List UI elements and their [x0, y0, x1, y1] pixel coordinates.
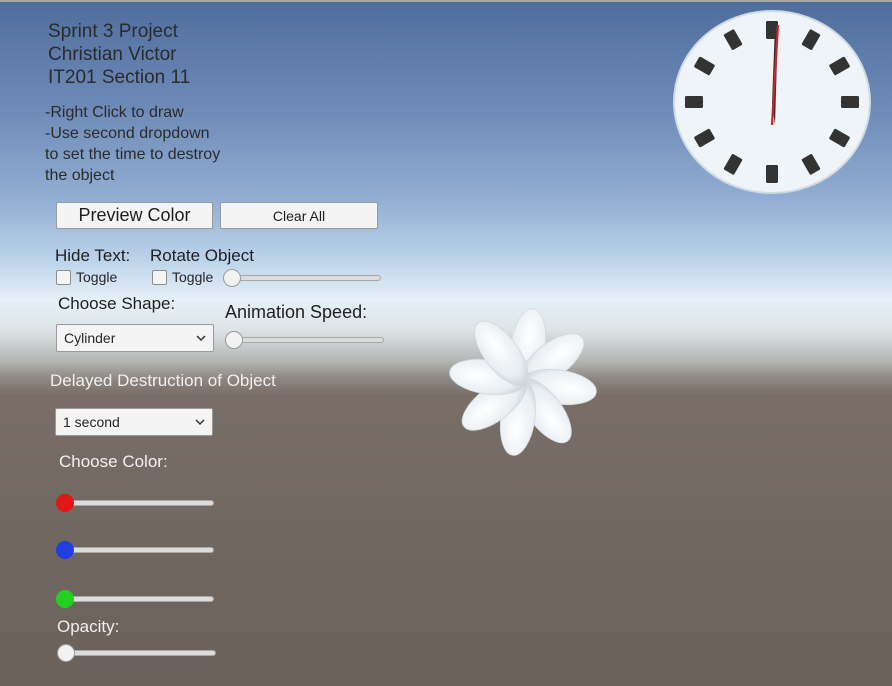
delayed-destruction-label: Delayed Destruction of Object — [50, 371, 276, 390]
hide-text-checkbox[interactable] — [56, 269, 71, 285]
instruction-line-4: the object — [45, 167, 115, 184]
rotate-object-toggle[interactable]: Toggle — [152, 268, 213, 286]
shape-dropdown[interactable]: Cylinder — [56, 324, 214, 352]
rotate-object-checkbox[interactable] — [152, 269, 167, 285]
clock-tick-mark — [766, 165, 778, 183]
slider-track — [225, 337, 384, 343]
slider-knob[interactable] — [223, 269, 241, 287]
instruction-line-1: -Right Click to draw — [45, 104, 184, 121]
color-slider-green[interactable] — [56, 590, 214, 608]
clock-tick-mark — [841, 96, 859, 108]
animation-speed-slider[interactable] — [225, 331, 384, 349]
flower-shape-icon — [449, 308, 597, 456]
choose-shape-label: Choose Shape: — [58, 294, 176, 313]
course-section: IT201 Section 11 — [48, 67, 191, 88]
slider-track — [56, 500, 214, 506]
clear-all-button[interactable]: Clear All — [220, 202, 378, 229]
instruction-line-2: -Use second dropdown — [45, 125, 210, 142]
author-name: Christian Victor — [48, 44, 177, 65]
color-slider-blue[interactable] — [56, 541, 214, 559]
rotate-object-slider[interactable] — [223, 269, 381, 287]
project-title: Sprint 3 Project — [48, 21, 178, 42]
chevron-down-icon — [195, 419, 205, 426]
slider-knob[interactable] — [225, 331, 243, 349]
rotate-object-label: Rotate Object — [150, 246, 254, 265]
wall-clock-icon — [673, 10, 871, 194]
hide-text-toggle-label: Toggle — [76, 269, 118, 285]
opacity-label: Opacity: — [57, 617, 120, 636]
instruction-line-3: to set the time to destroy — [45, 146, 221, 163]
preview-color-button[interactable]: Preview Color — [56, 202, 213, 229]
slider-track — [223, 275, 381, 281]
hide-text-label: Hide Text: — [55, 246, 131, 265]
destruction-delay-value: 1 second — [63, 414, 120, 430]
rotate-object-toggle-label: Toggle — [172, 269, 214, 285]
slider-track — [56, 596, 214, 602]
slider-knob[interactable] — [56, 541, 74, 559]
slider-knob[interactable] — [56, 590, 74, 608]
hide-text-toggle[interactable]: Toggle — [56, 268, 117, 286]
clock-tick-mark — [685, 96, 703, 108]
slider-track — [56, 547, 214, 553]
destruction-delay-dropdown[interactable]: 1 second — [55, 408, 213, 436]
slider-knob[interactable] — [56, 494, 74, 512]
shape-dropdown-value: Cylinder — [64, 330, 116, 346]
choose-color-label: Choose Color: — [59, 452, 168, 471]
animation-speed-label: Animation Speed: — [225, 302, 368, 322]
chevron-down-icon — [196, 335, 206, 342]
color-slider-red[interactable] — [56, 494, 214, 512]
slider-knob[interactable] — [57, 644, 75, 662]
opacity-slider[interactable] — [57, 644, 216, 662]
slider-track — [57, 650, 216, 656]
